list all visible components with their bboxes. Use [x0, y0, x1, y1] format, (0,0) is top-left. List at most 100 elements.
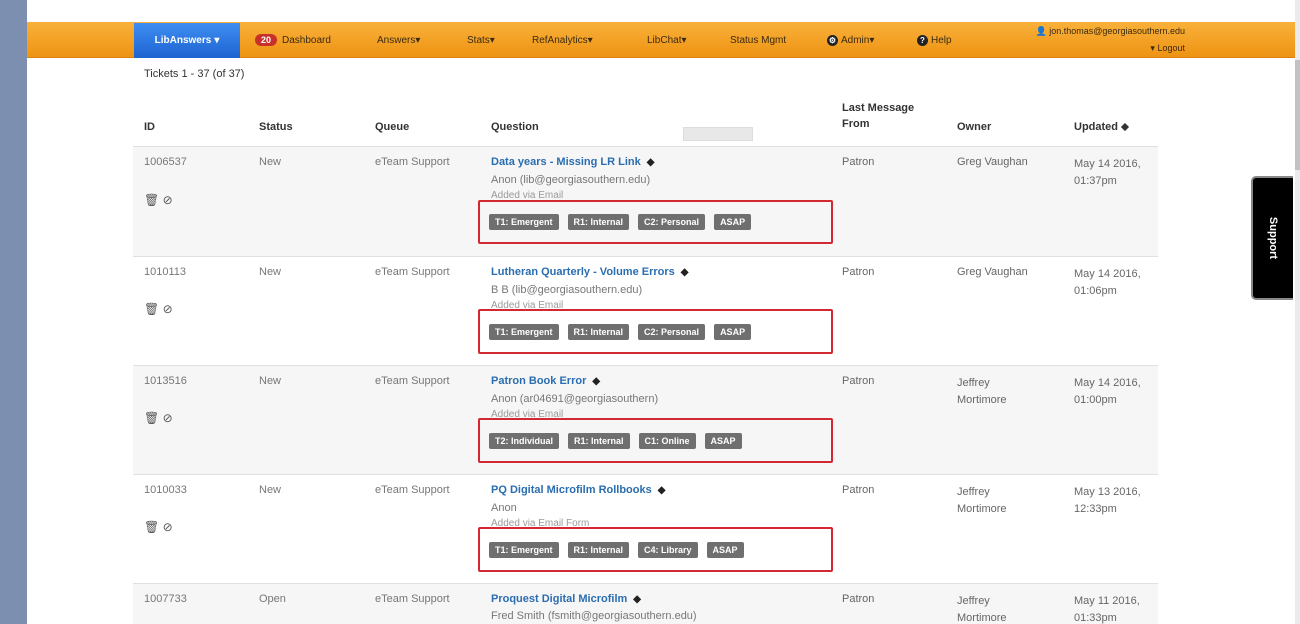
ticket-updated: May 14 2016, 01:00pm — [1074, 375, 1141, 409]
updated-date: May 14 2016, — [1074, 158, 1141, 170]
col-header-queue[interactable]: Queue — [375, 121, 409, 133]
ticket-question-link[interactable]: Patron Book Error ◆ — [491, 375, 600, 387]
tag-badge[interactable]: T1: Emergent — [489, 323, 559, 340]
tag-badge[interactable]: C2: Personal — [638, 214, 706, 230]
logout-link[interactable]: ▾ Logout — [1150, 43, 1185, 54]
tag-badge[interactable]: ASAP — [714, 323, 752, 340]
ticket-id[interactable]: 1013516 — [144, 375, 187, 387]
ban-icon[interactable]: ⊘ — [163, 520, 173, 534]
ticket-from: B B (lib@georgiasouthern.edu) — [491, 284, 643, 296]
scrollbar-thumb[interactable] — [1295, 60, 1300, 170]
gear-icon: ⚙ — [827, 34, 838, 46]
tag-badge[interactable]: C1: Online — [638, 432, 696, 449]
trash-icon[interactable]: 🗑 — [144, 302, 159, 316]
nav-stats[interactable]: Stats ▾ — [467, 22, 495, 58]
ticket-owner: Jeffrey Mortimore — [957, 593, 1007, 624]
logout-label: Logout — [1157, 43, 1185, 53]
col-header-id[interactable]: ID — [144, 121, 155, 133]
ticket-question-link[interactable]: Data years - Missing LR Link ◆ — [491, 156, 654, 168]
top-navbar: LibAnswers ▾ 20 Dashboard Answers ▾ Stat… — [27, 22, 1295, 58]
tag-badge[interactable]: C2: Personal — [638, 323, 706, 340]
owner-first: Jeffrey — [957, 595, 990, 607]
col-header-owner[interactable]: Owner — [957, 121, 991, 133]
tag-badge[interactable]: T1: Emergent — [489, 541, 559, 558]
tag-badge[interactable]: ASAP — [714, 214, 752, 230]
ticket-from: Anon — [491, 502, 517, 514]
ban-icon[interactable]: ⊘ — [163, 411, 173, 425]
trash-icon[interactable]: 🗑 — [144, 193, 159, 207]
ticket-from: Anon (ar04691@georgiasouthern) — [491, 393, 659, 405]
power-icon: ▾ — [1150, 43, 1155, 53]
tag-badge[interactable]: R1: Internal — [567, 541, 630, 558]
ticket-last-from: Patron — [842, 266, 875, 278]
nav-help[interactable]: ? Help — [917, 22, 952, 58]
user-menu[interactable]: 👤 jon.thomas@georgiasouthern.edu — [1036, 26, 1185, 37]
pin-icon[interactable]: ◆ — [658, 485, 666, 496]
ticket-owner: Greg Vaughan — [957, 266, 1028, 278]
brand-label: LibAnswers — [154, 35, 212, 46]
tag-badge[interactable]: C4: Library — [638, 541, 698, 558]
ticket-status: New — [259, 156, 282, 168]
pin-icon[interactable]: ◆ — [681, 267, 689, 278]
ticket-queue: eTeam Support — [375, 593, 450, 605]
col-header-last-message-line2: From — [842, 118, 870, 130]
ticket-queue: eTeam Support — [375, 375, 450, 387]
ticket-last-from: Patron — [842, 484, 875, 496]
nav-stats-label: Stats — [467, 34, 490, 46]
nav-refanalytics[interactable]: RefAnalytics ▾ — [532, 22, 593, 58]
tag-badge[interactable]: ASAP — [704, 432, 742, 449]
owner-last: Mortimore — [957, 503, 1007, 515]
tag-badge[interactable]: R1: Internal — [567, 323, 630, 340]
updated-time: 01:00pm — [1074, 394, 1117, 406]
tag-badge[interactable]: T1: Emergent — [489, 214, 559, 230]
updated-time: 01:06pm — [1074, 285, 1117, 297]
nav-admin[interactable]: ⚙ Admin ▾ — [827, 22, 874, 58]
col-header-updated[interactable]: Updated ⬥ — [1074, 121, 1129, 134]
tag-badge[interactable]: R1: Internal — [567, 214, 630, 230]
updated-date: May 14 2016, — [1074, 377, 1141, 389]
ticket-question-text: Proquest Digital Microfilm — [491, 593, 628, 605]
ticket-id[interactable]: 1007733 — [144, 593, 187, 605]
support-tab-label: Support — [1267, 216, 1280, 260]
ban-icon[interactable]: ⊘ — [163, 302, 173, 316]
col-header-question[interactable]: Question — [491, 121, 539, 133]
brand-menu[interactable]: LibAnswers ▾ — [134, 23, 240, 58]
trash-icon[interactable]: 🗑 — [144, 520, 159, 534]
caret-down-icon: ▾ — [489, 34, 495, 46]
row-actions: 🗑 ⊘ — [144, 193, 173, 207]
ticket-question-text: Lutheran Quarterly - Volume Errors — [491, 266, 675, 278]
nav-answers-label: Answers — [377, 34, 416, 46]
dashboard-badge: 20 — [255, 34, 278, 46]
ticket-question-text: Patron Book Error — [491, 375, 587, 387]
nav-libchat-label: LibChat — [647, 34, 682, 46]
ban-icon[interactable]: ⊘ — [163, 193, 173, 207]
ticket-id[interactable]: 1010113 — [144, 266, 186, 278]
nav-status-mgmt[interactable]: Status Mgmt — [730, 22, 786, 58]
pin-icon[interactable]: ◆ — [592, 376, 600, 387]
ticket-id[interactable]: 1010033 — [144, 484, 187, 496]
ticket-owner: Jeffrey Mortimore — [957, 375, 1007, 409]
ticket-from: Fred Smith (fsmith@georgiasouthern.edu) — [491, 610, 697, 622]
caret-down-icon: ▾ — [415, 34, 421, 46]
col-header-status[interactable]: Status — [259, 121, 293, 133]
trash-icon[interactable]: 🗑 — [144, 411, 159, 425]
col-header-last-message[interactable]: Last Message From — [842, 102, 914, 130]
nav-libchat[interactable]: LibChat ▾ — [647, 22, 687, 58]
ticket-question-link[interactable]: PQ Digital Microfilm Rollbooks ◆ — [491, 484, 665, 496]
tag-badge[interactable]: R1: Internal — [568, 432, 630, 449]
ticket-updated: May 14 2016, 01:37pm — [1074, 156, 1141, 190]
tag-badge[interactable]: ASAP — [706, 541, 744, 558]
nav-refanalytics-label: RefAnalytics — [532, 34, 588, 46]
caret-down-icon: ▾ — [869, 34, 875, 46]
tickets-count: Tickets 1 - 37 (of 37) — [144, 68, 245, 80]
ticket-status: New — [259, 375, 282, 387]
nav-answers[interactable]: Answers ▾ — [377, 22, 420, 58]
ticket-id[interactable]: 1006537 — [144, 156, 187, 168]
ticket-question-link[interactable]: Lutheran Quarterly - Volume Errors ◆ — [491, 266, 689, 278]
pin-icon[interactable]: ◆ — [647, 157, 655, 168]
tag-badge[interactable]: T2: Individual — [489, 432, 560, 449]
support-tab[interactable]: Support — [1251, 176, 1293, 300]
ticket-question-link[interactable]: Proquest Digital Microfilm ◆ — [491, 593, 641, 605]
pin-icon[interactable]: ◆ — [633, 594, 641, 605]
nav-dashboard[interactable]: 20 Dashboard — [255, 22, 331, 58]
